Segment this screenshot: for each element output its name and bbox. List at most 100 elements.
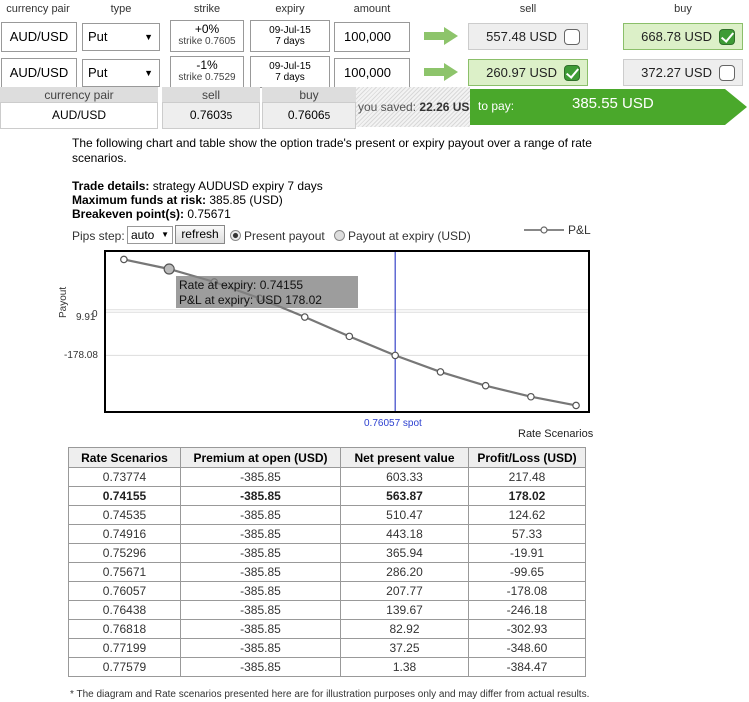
- type-select[interactable]: Put ▼: [82, 23, 160, 51]
- table-cell: -246.18: [468, 600, 586, 620]
- legend-label: P&L: [568, 223, 591, 237]
- table-cell: 178.02: [468, 486, 586, 506]
- amount-field[interactable]: 100,000: [334, 58, 410, 88]
- col-header-buy: buy: [674, 3, 692, 15]
- summary-sell-rate: 0.76035: [162, 102, 260, 129]
- to-pay-label: to pay:: [478, 99, 515, 113]
- savings-text: you saved: 22.26 USD: [358, 99, 478, 115]
- y-tick-label: -178.08: [64, 350, 98, 361]
- table-header: Net present value: [340, 447, 469, 468]
- table-header: Profit/Loss (USD): [468, 447, 586, 468]
- arrow-right-icon: [424, 27, 458, 45]
- expiry-days: 7 days: [275, 36, 305, 47]
- table-cell: 139.67: [340, 600, 469, 620]
- summary-buy-main: 0.7606: [287, 108, 325, 122]
- table-cell: -385.85: [180, 619, 341, 639]
- table-cell: -385.85: [180, 657, 341, 677]
- col-header-sell: sell: [519, 3, 537, 15]
- table-row: 0.77199 -385.85 37.25 -348.60: [68, 638, 586, 658]
- present-payout-label: Present payout: [244, 229, 325, 243]
- table-cell: 0.76818: [68, 619, 181, 639]
- table-cell: 0.73774: [68, 467, 181, 487]
- amount-field[interactable]: 100,000: [334, 22, 410, 52]
- table-cell: 603.33: [340, 467, 469, 487]
- table-row: 0.75671 -385.85 286.20 -99.65: [68, 562, 586, 582]
- data-point: [163, 263, 175, 275]
- buy-price-option[interactable]: 372.27 USD: [623, 59, 743, 86]
- table-cell: -385.85: [180, 524, 341, 544]
- data-point: [436, 368, 445, 376]
- expiry-days: 7 days: [275, 72, 305, 83]
- details-strategy-label: Trade details:: [72, 179, 150, 193]
- table-cell: 563.87: [340, 486, 469, 506]
- summary-header-pair: currency pair: [0, 87, 158, 103]
- sell-price-option[interactable]: 557.48 USD: [468, 23, 588, 50]
- table-cell: -385.85: [180, 581, 341, 601]
- details-funds-label: Maximum funds at risk:: [72, 193, 207, 207]
- table-cell: 0.77579: [68, 657, 181, 677]
- table-row: 0.76057 -385.85 207.77 -178.08: [68, 581, 586, 601]
- expiry-field[interactable]: 09-Jul-15 7 days: [250, 20, 330, 52]
- table-cell: 443.18: [340, 524, 469, 544]
- summary-sell-pip: 5: [226, 111, 233, 122]
- refresh-button[interactable]: refresh: [175, 225, 225, 244]
- strike-field[interactable]: -1% strike 0.7529: [170, 56, 244, 88]
- table-cell: 0.74155: [68, 486, 181, 506]
- table-row: 0.75296 -385.85 365.94 -19.91: [68, 543, 586, 563]
- buy-checkbox[interactable]: [719, 65, 735, 81]
- table-cell: -302.93: [468, 619, 586, 639]
- summary-header-sell: sell: [162, 87, 260, 103]
- footnote: * The diagram and Rate scenarios present…: [70, 689, 590, 700]
- table-cell: 0.74535: [68, 505, 181, 525]
- buy-price-option[interactable]: 668.78 USD: [623, 23, 743, 50]
- table-header: Premium at open (USD): [180, 447, 341, 468]
- rate-scenarios-table: Rate Scenarios Premium at open (USD) Net…: [68, 447, 586, 677]
- table-cell: 0.76057: [68, 581, 181, 601]
- expiry-field[interactable]: 09-Jul-15 7 days: [250, 56, 330, 88]
- data-point: [345, 332, 354, 341]
- expiry-date: 09-Jul-15: [269, 61, 311, 72]
- pips-step-select[interactable]: auto ▼: [127, 226, 173, 244]
- chart-xlabel: Rate Scenarios: [518, 428, 594, 440]
- expiry-payout-radio[interactable]: Payout at expiry (USD): [334, 229, 471, 244]
- type-select[interactable]: Put ▼: [82, 59, 160, 87]
- sell-checkbox[interactable]: [564, 29, 580, 45]
- buy-price: 668.78 USD: [641, 29, 712, 44]
- table-header: Rate Scenarios: [68, 447, 181, 468]
- chevron-down-icon: ▼: [144, 68, 153, 78]
- table-cell: 0.77199: [68, 638, 181, 658]
- buy-price: 372.27 USD: [641, 65, 712, 80]
- table-cell: 365.94: [340, 543, 469, 563]
- expiry-payout-label: Payout at expiry (USD): [348, 229, 471, 243]
- saved-label: you saved:: [358, 100, 417, 114]
- table-cell: -384.47: [468, 657, 586, 677]
- currency-pair-field[interactable]: AUD/USD: [1, 58, 77, 88]
- sell-price-option[interactable]: 260.97 USD: [468, 59, 588, 86]
- tooltip-rate: Rate at expiry: 0.74155: [179, 278, 304, 292]
- details-funds-value: 385.85 (USD): [209, 193, 283, 207]
- col-header-type: type: [110, 3, 132, 15]
- table-cell: -385.85: [180, 562, 341, 582]
- table-row: 0.74155 -385.85 563.87 178.02: [68, 486, 586, 506]
- table-cell: 217.48: [468, 467, 586, 487]
- table-cell: -385.85: [180, 600, 341, 620]
- chevron-down-icon: ▼: [144, 32, 153, 42]
- data-point: [120, 255, 128, 264]
- sell-checkbox-checked[interactable]: [564, 65, 580, 81]
- table-row: 0.76438 -385.85 139.67 -246.18: [68, 600, 586, 620]
- table-cell: -385.85: [180, 467, 341, 487]
- strike-field[interactable]: +0% strike 0.7605: [170, 20, 244, 52]
- summary-header-buy: buy: [262, 87, 356, 103]
- col-header-pair: currency pair: [6, 3, 70, 15]
- table-cell: 0.76438: [68, 600, 181, 620]
- max-funds: Maximum funds at risk: 385.85 (USD): [72, 193, 283, 208]
- table-header-row: Rate Scenarios Premium at open (USD) Net…: [68, 447, 586, 468]
- present-payout-radio[interactable]: Present payout: [230, 229, 325, 244]
- currency-pair-field[interactable]: AUD/USD: [1, 22, 77, 52]
- table-cell: -19.91: [468, 543, 586, 563]
- strike-value: strike 0.7529: [178, 72, 236, 83]
- tooltip-pnl: P&L at expiry: USD 178.02: [179, 293, 322, 307]
- sell-price: 557.48 USD: [486, 29, 557, 44]
- table-cell: -385.85: [180, 486, 341, 506]
- buy-checkbox-checked[interactable]: [719, 29, 735, 45]
